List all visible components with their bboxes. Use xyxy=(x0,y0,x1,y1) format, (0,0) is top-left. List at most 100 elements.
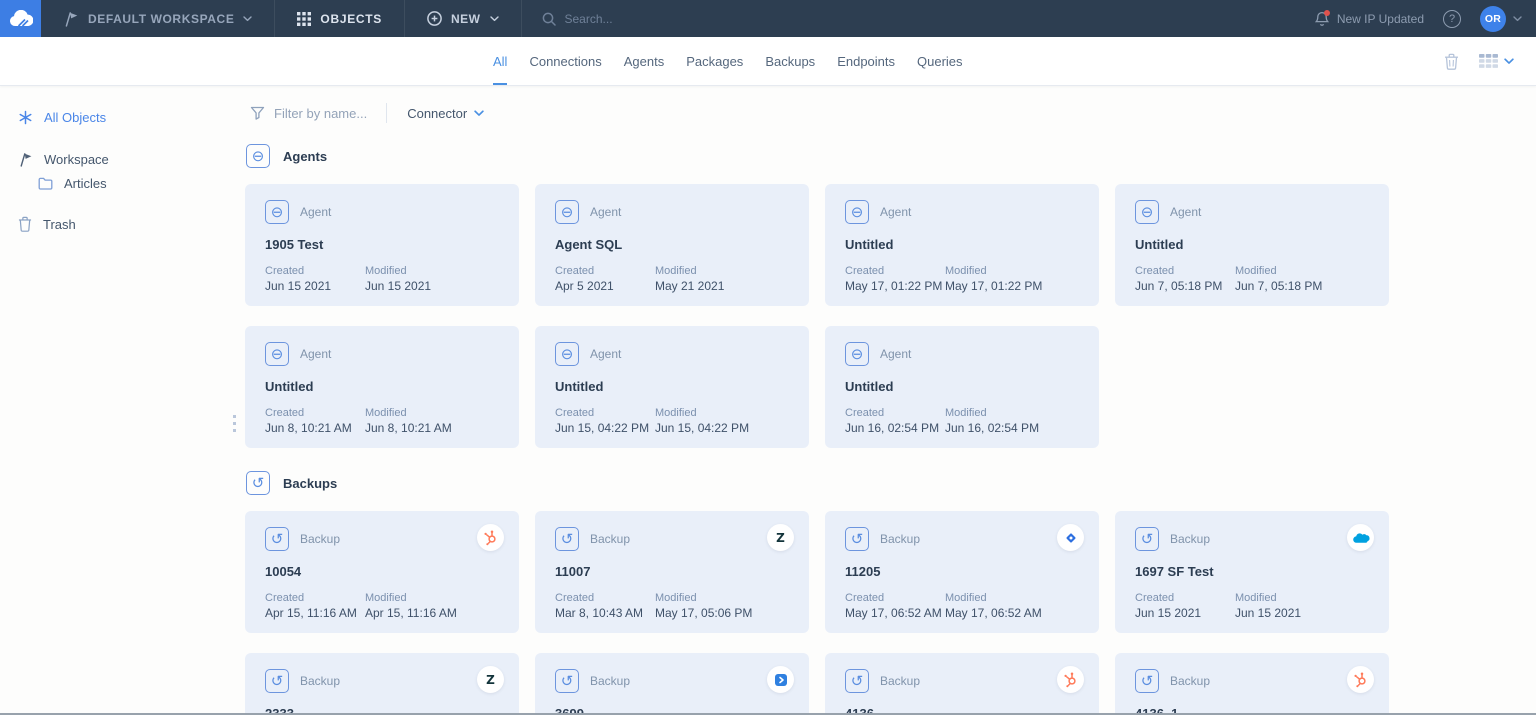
workspace-label: DEFAULT WORKSPACE xyxy=(88,11,235,26)
navbar-right: New IP Updated ? OR xyxy=(1314,0,1536,37)
modified-value: May 17, 01:22 PM xyxy=(945,279,1043,293)
modified-label: Modified xyxy=(655,592,697,604)
sidebar-item-label: Articles xyxy=(64,176,107,191)
filter-row: Filter by name... Connector xyxy=(250,103,1536,123)
sidebar: All Objects Workspace Articles Trash xyxy=(0,86,245,715)
created-label: Created xyxy=(845,265,885,277)
backup-icon: ↺ xyxy=(555,527,579,551)
tab-backups[interactable]: Backups xyxy=(765,37,815,85)
sidebar-item-trash[interactable]: Trash xyxy=(18,216,245,232)
hubspot-icon xyxy=(1347,666,1374,693)
global-search-input[interactable]: Search... xyxy=(522,0,1315,37)
backup-card[interactable]: ↺BackupZ2333CreatedModified xyxy=(245,653,519,715)
backup-icon: ↺ xyxy=(265,669,289,693)
created-label: Created xyxy=(555,592,595,604)
backup-card[interactable]: ↺Backup3699CreatedModified xyxy=(535,653,809,715)
sidebar-item-label: All Objects xyxy=(44,110,107,125)
panel-resize-handle[interactable] xyxy=(233,415,236,432)
tabbar-actions xyxy=(1444,37,1514,85)
object-type-label: Agent xyxy=(300,347,332,361)
backup-card[interactable]: ↺ Backup 10054 Created Apr 15, 11:16 AM Modif… xyxy=(245,511,519,633)
notification-bell[interactable]: New IP Updated xyxy=(1314,9,1424,27)
agent-card[interactable]: ⊖ Agent Untitled Created Jun 7, 05:18 PM Modi… xyxy=(1115,184,1389,306)
tab-agents[interactable]: Agents xyxy=(624,37,664,85)
created-value: Jun 7, 05:18 PM xyxy=(1135,279,1223,293)
object-type-label: Backup xyxy=(880,532,921,546)
objects-main: Filter by name... Connector ⊖ Agents ⊖ Agen… xyxy=(245,86,1536,715)
created-label: Created xyxy=(1135,592,1175,604)
filter-divider xyxy=(386,103,388,123)
agent-card[interactable]: ⊖ Agent Untitled Created Jun 8, 10:21 AM Modi… xyxy=(245,326,519,448)
backup-card[interactable]: ↺ Backup Z 11007 Created Mar 8, 10:43 AM Modif… xyxy=(535,511,809,633)
avatar: OR xyxy=(1480,5,1506,32)
funnel-icon xyxy=(250,106,265,120)
backup-icon: ↺ xyxy=(265,527,289,551)
backup-card[interactable]: ↺ Backup 11205 Created May 17, 06:52 AM Modif… xyxy=(825,511,1099,633)
folder-icon xyxy=(38,177,53,190)
pennant-icon xyxy=(63,11,79,27)
agent-card[interactable]: ⊖ Agent Untitled Created Jun 16, 02:54 PM Mod… xyxy=(825,326,1099,448)
trash-icon[interactable] xyxy=(1444,53,1459,70)
agent-card[interactable]: ⊖ Agent Agent SQL Created Apr 5 2021 Modified… xyxy=(535,184,809,306)
created-value: May 17, 06:52 AM xyxy=(845,606,942,620)
backup-icon: ↺ xyxy=(1135,527,1159,551)
backup-card[interactable]: ↺Backup4136CreatedModified xyxy=(825,653,1099,715)
agent-icon: ⊖ xyxy=(1135,200,1159,224)
filter-name-input[interactable]: Filter by name... xyxy=(274,106,367,121)
tab-queries[interactable]: Queries xyxy=(917,37,963,85)
object-type-label: Agent xyxy=(590,347,622,361)
object-tabs-bar: All Connections Agents Packages Backups Endpo… xyxy=(0,37,1536,86)
new-button[interactable]: NEW xyxy=(405,0,521,37)
modified-label: Modified xyxy=(365,265,407,277)
workspace-selector[interactable]: DEFAULT WORKSPACE xyxy=(41,0,274,37)
notification-dot xyxy=(1323,9,1330,16)
tab-packages[interactable]: Packages xyxy=(686,37,743,85)
modified-label: Modified xyxy=(945,265,987,277)
modified-value: Jun 16, 02:54 PM xyxy=(945,421,1040,435)
agent-icon: ⊖ xyxy=(555,342,579,366)
asterisk-icon xyxy=(18,110,33,125)
view-switcher[interactable] xyxy=(1479,54,1514,68)
chevron-down-icon xyxy=(243,15,253,22)
grid-icon xyxy=(297,11,312,26)
objects-label: OBJECTS xyxy=(320,11,382,26)
backup-card[interactable]: ↺ Backup 1697 SF Test Created Jun 15 2021 Mod… xyxy=(1115,511,1389,633)
object-type-label: Backup xyxy=(590,674,631,688)
created-value: Jun 15 2021 xyxy=(265,279,332,293)
agent-card[interactable]: ⊖ Agent Untitled Created Jun 15, 04:22 PM Mod… xyxy=(535,326,809,448)
sidebar-item-articles[interactable]: Articles xyxy=(38,176,245,191)
created-value: Jun 15 2021 xyxy=(1135,606,1202,620)
created-label: Created xyxy=(1135,265,1175,277)
backup-card[interactable]: ↺Backup4136_1CreatedModified xyxy=(1115,653,1389,715)
modified-label: Modified xyxy=(1235,265,1277,277)
pennant-icon xyxy=(18,152,33,167)
created-label: Created xyxy=(265,592,305,604)
object-type-label: Backup xyxy=(300,532,341,546)
notification-label: New IP Updated xyxy=(1336,11,1424,26)
top-navbar: DEFAULT WORKSPACE OBJECTS NEW Search... xyxy=(0,0,1536,37)
modified-value: Jun 15 2021 xyxy=(1235,606,1302,620)
tab-all[interactable]: All xyxy=(493,37,508,85)
new-label: NEW xyxy=(451,11,481,26)
modified-label: Modified xyxy=(1235,592,1277,604)
user-menu[interactable]: OR xyxy=(1480,5,1522,32)
sidebar-item-all-objects[interactable]: All Objects xyxy=(18,110,245,125)
agent-card[interactable]: ⊖ Agent 1905 Test Created Jun 15 2021 Modifie… xyxy=(245,184,519,306)
objects-nav-button[interactable]: OBJECTS xyxy=(275,0,404,37)
created-value: May 17, 01:22 PM xyxy=(845,279,943,293)
sidebar-item-workspace[interactable]: Workspace xyxy=(18,152,245,167)
object-title: Untitled xyxy=(845,379,894,394)
object-title: Agent SQL xyxy=(555,237,623,252)
app-logo[interactable] xyxy=(0,0,41,37)
created-label: Created xyxy=(555,407,595,419)
modified-label: Modified xyxy=(365,592,407,604)
help-icon[interactable]: ? xyxy=(1443,9,1461,28)
tab-endpoints[interactable]: Endpoints xyxy=(837,37,895,85)
modified-label: Modified xyxy=(655,265,697,277)
connector-filter-dropdown[interactable]: Connector xyxy=(407,106,484,121)
tab-connections[interactable]: Connections xyxy=(529,37,601,85)
agent-card[interactable]: ⊖ Agent Untitled Created May 17, 01:22 PM Mod… xyxy=(825,184,1099,306)
modified-value: May 17, 05:06 PM xyxy=(655,606,753,620)
backup-icon: ↺ xyxy=(845,669,869,693)
agent-icon: ⊖ xyxy=(845,342,869,366)
